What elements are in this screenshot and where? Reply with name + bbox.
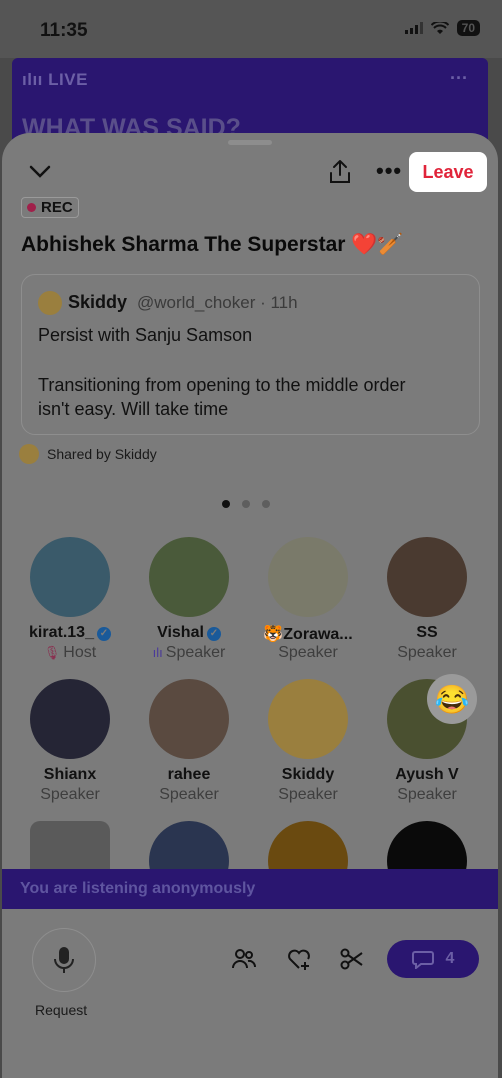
participant-role: Speaker (278, 786, 338, 803)
participant-vishal[interactable]: Vishal ✓ ılı Speaker (129, 537, 249, 667)
participant-kirat[interactable]: kirat.13_ ✓ 🎙 Host (10, 537, 130, 667)
participant-name: 🐯Zorawa... (263, 626, 353, 643)
avatar (149, 537, 229, 617)
speaking-wave-icon: ılı (152, 645, 163, 660)
participant-name: kirat.13_ ✓ (10, 624, 130, 642)
verified-icon: ✓ (206, 627, 221, 641)
request-mic-button[interactable] (32, 928, 96, 992)
shared-by: Shared by Skiddy (19, 444, 157, 464)
comment-bubble-icon (411, 951, 434, 969)
space-sheet: ••• Leave REC Abhishek Sharma The Supers… (2, 133, 498, 1078)
tweet-author-name: Skiddy (68, 292, 128, 312)
space-title: Abhishek Sharma The Superstar ❤️🏏 (21, 233, 404, 256)
shared-by-avatar (19, 444, 39, 464)
live-waveform-icon: ılıı (22, 70, 49, 89)
sheet-handle[interactable] (228, 140, 272, 145)
wifi-icon (430, 21, 449, 34)
tweet-author-avatar (38, 291, 62, 315)
rec-dot-icon (27, 203, 36, 212)
avatar (268, 679, 348, 759)
pinned-tweet-card[interactable]: Skiddy @world_choker · 11h Persist with … (21, 274, 480, 435)
status-bar: 11:35 70 (0, 0, 502, 58)
status-time: 11:35 (40, 20, 88, 41)
request-label: Request (35, 1002, 88, 1018)
verified-icon: ✓ (96, 627, 111, 641)
microphone-icon (54, 947, 74, 973)
heart-cricket-emoji: ❤️🏏 (351, 233, 404, 256)
people-icon[interactable] (231, 946, 257, 972)
participant-role: Speaker (40, 786, 100, 803)
participant-name: Shianx (43, 766, 97, 783)
avatar (268, 537, 348, 617)
participant-role: Speaker (278, 644, 338, 661)
participant-name: Skiddy (281, 766, 335, 783)
more-options-icon[interactable]: ••• (376, 158, 402, 184)
participant-name: Ayush V (395, 766, 459, 783)
live-label: ılıı LIVE (22, 70, 88, 89)
signal-icon (404, 22, 423, 34)
pager-dot (222, 500, 230, 508)
tweet-text-line1: Persist with Sanju Samson (38, 325, 253, 345)
tweet-text-line2: Transitioning from opening to the middle… (38, 375, 406, 395)
tweet-text-line3: isn't easy. Will take time (38, 399, 229, 419)
pager-dot (242, 500, 250, 508)
reaction-emoji-laughing: 😂 (427, 674, 477, 724)
comments-button[interactable]: 4 (387, 940, 479, 978)
comment-count: 4 (445, 950, 455, 967)
participant-name: SS (416, 624, 438, 641)
pager-dot (262, 500, 270, 508)
participant-rahee[interactable]: rahee Speaker (129, 679, 249, 809)
avatar (149, 679, 229, 759)
heart-add-icon[interactable] (286, 946, 312, 972)
participant-zorawar[interactable]: 🐯Zorawa... Speaker (248, 537, 368, 667)
participant-role: Speaker (397, 644, 457, 661)
participant-role: Speaker (397, 786, 457, 803)
scissors-icon[interactable] (339, 946, 365, 972)
carousel-pager (222, 500, 270, 508)
rec-badge: REC (21, 197, 79, 218)
avatar (30, 537, 110, 617)
avatar (387, 537, 467, 617)
leave-button[interactable]: Leave (409, 152, 487, 192)
participant-name: rahee (167, 766, 211, 783)
muted-mic-icon: 🎙 (43, 645, 61, 660)
banner-more-icon: ··· (450, 68, 468, 88)
participant-role: Speaker (159, 786, 219, 803)
status-icons: 70 (404, 20, 480, 36)
share-icon[interactable] (328, 159, 352, 185)
participant-name: Vishal ✓ (129, 624, 249, 642)
tiger-emoji-icon: 🐯 (263, 626, 284, 643)
participant-role: ılı Speaker (152, 644, 226, 661)
participant-ss[interactable]: SS Speaker (367, 537, 487, 667)
participant-shianx[interactable]: Shianx Speaker (10, 679, 130, 809)
anonymous-listening-banner: You are listening anonymously (2, 869, 498, 909)
bottom-toolbar: Request 4 (2, 909, 498, 1078)
participant-role: 🎙 Host (43, 644, 97, 661)
participant-skiddy[interactable]: Skiddy Speaker (248, 679, 368, 809)
avatar (30, 679, 110, 759)
battery-indicator: 70 (456, 20, 480, 36)
tweet-author-handle: @world_choker · 11h (137, 293, 298, 312)
chevron-down-icon[interactable] (28, 161, 52, 181)
